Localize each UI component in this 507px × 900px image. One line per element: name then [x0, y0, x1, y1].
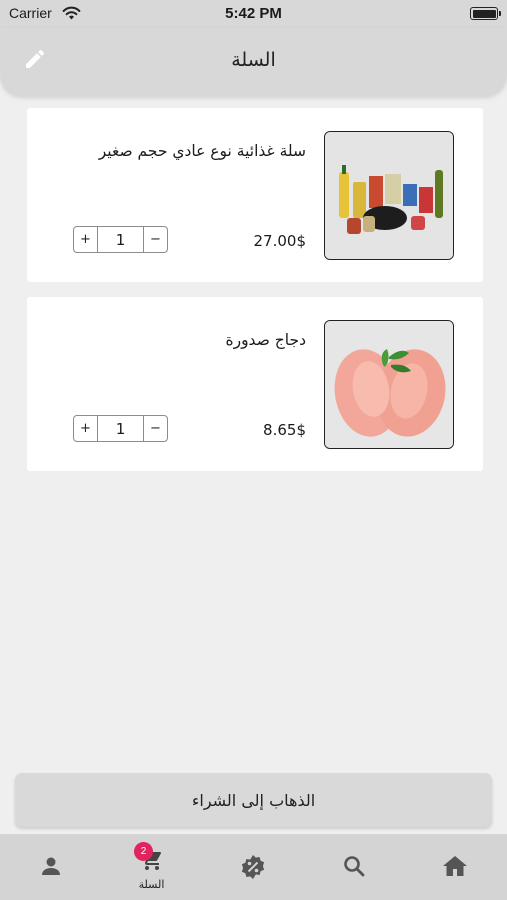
- cart-item-card: دجاج صدورة 8.65$ + 1 −: [27, 297, 483, 471]
- checkout-button[interactable]: الذهاب إلى الشراء: [15, 773, 492, 827]
- profile-icon: [0, 854, 101, 878]
- increase-button[interactable]: +: [74, 416, 97, 441]
- decrease-button[interactable]: −: [144, 227, 167, 252]
- product-price: 8.65$: [263, 421, 306, 439]
- app-bar: السلة: [0, 28, 507, 96]
- quantity-stepper: + 1 −: [73, 415, 168, 442]
- cart-count-badge: 2: [134, 842, 153, 861]
- clock: 5:42 PM: [225, 5, 282, 22]
- quantity-value: 1: [97, 227, 144, 252]
- tab-profile[interactable]: [0, 834, 101, 900]
- quantity-value: 1: [97, 416, 144, 441]
- status-bar: Carrier 5:42 PM: [0, 0, 507, 28]
- tab-cart[interactable]: السلة: [101, 834, 202, 900]
- tab-search[interactable]: [303, 834, 404, 900]
- tab-cart-label: السلة: [138, 878, 165, 891]
- cart-item-card: سلة غذائية نوع عادي حجم صغير 27.00$ + 1 …: [27, 108, 483, 282]
- decrease-button[interactable]: −: [144, 416, 167, 441]
- battery-icon: [470, 7, 501, 20]
- increase-button[interactable]: +: [74, 227, 97, 252]
- tab-bar: السلة: [0, 834, 507, 900]
- product-image-food-basket[interactable]: [324, 131, 454, 260]
- tab-home[interactable]: [404, 834, 505, 900]
- product-name: دجاج صدورة: [225, 331, 306, 349]
- page-title: السلة: [231, 49, 276, 71]
- discount-icon: [202, 854, 303, 880]
- search-icon: [303, 854, 404, 878]
- product-name: سلة غذائية نوع عادي حجم صغير: [98, 142, 306, 160]
- quantity-stepper: + 1 −: [73, 226, 168, 253]
- product-image-chicken-breast[interactable]: [324, 320, 454, 449]
- home-icon: [404, 854, 505, 878]
- product-price: 27.00$: [253, 232, 307, 250]
- tab-discounts[interactable]: [202, 834, 303, 900]
